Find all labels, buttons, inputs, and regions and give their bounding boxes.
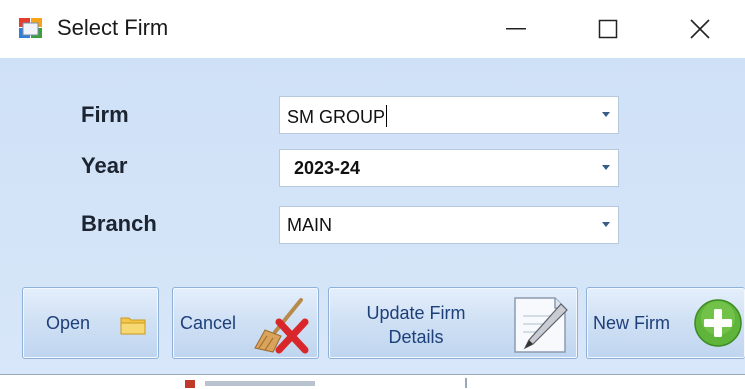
window-title: Select Firm	[57, 15, 169, 40]
year-select-value: 2023-24	[294, 158, 361, 178]
text-caret	[386, 105, 388, 127]
year-select[interactable]: 2023-24	[279, 149, 619, 187]
background-strip	[0, 374, 745, 389]
app-window-icon	[19, 18, 42, 38]
minimize-icon	[506, 28, 526, 30]
update-firm-details-button[interactable]: Update Firm Details	[328, 287, 578, 359]
cancel-button-label: Cancel	[180, 313, 237, 333]
branch-select[interactable]: MAIN	[279, 206, 619, 244]
update-firm-details-label: Update Firm Details	[366, 303, 466, 347]
background-window-fragment	[185, 378, 467, 388]
year-label: Year	[81, 153, 128, 178]
new-firm-button-label: New Firm	[593, 313, 670, 333]
minimize-button[interactable]	[476, 0, 556, 58]
open-button-label: Open	[46, 313, 91, 333]
close-icon	[690, 19, 710, 39]
open-button[interactable]: Open	[22, 287, 159, 359]
chevron-down-icon[interactable]	[602, 112, 610, 117]
folder-icon	[120, 317, 146, 335]
firm-label: Firm	[81, 102, 129, 127]
branch-select-value: MAIN	[287, 215, 332, 235]
cancel-button[interactable]: Cancel	[172, 287, 319, 359]
chevron-down-icon[interactable]	[602, 222, 610, 227]
new-firm-button[interactable]: New Firm	[586, 287, 745, 359]
title-bar: Select Firm	[0, 0, 745, 58]
close-button[interactable]	[660, 0, 740, 58]
broom-cross-icon	[254, 298, 309, 354]
chevron-down-icon[interactable]	[602, 165, 610, 170]
maximize-icon	[598, 19, 618, 39]
client-area: Firm SM GROUP Year 2023-24 Branch MAIN O…	[0, 58, 745, 389]
maximize-button[interactable]	[568, 0, 648, 58]
firm-select-value: SM GROUP	[287, 105, 388, 127]
plus-circle-icon	[694, 299, 742, 347]
firm-select[interactable]: SM GROUP	[279, 96, 619, 134]
select-firm-window: Select Firm Firm SM GROUP Year 2023-24 B…	[0, 0, 745, 389]
edit-document-icon	[514, 297, 568, 353]
branch-label: Branch	[81, 211, 157, 236]
